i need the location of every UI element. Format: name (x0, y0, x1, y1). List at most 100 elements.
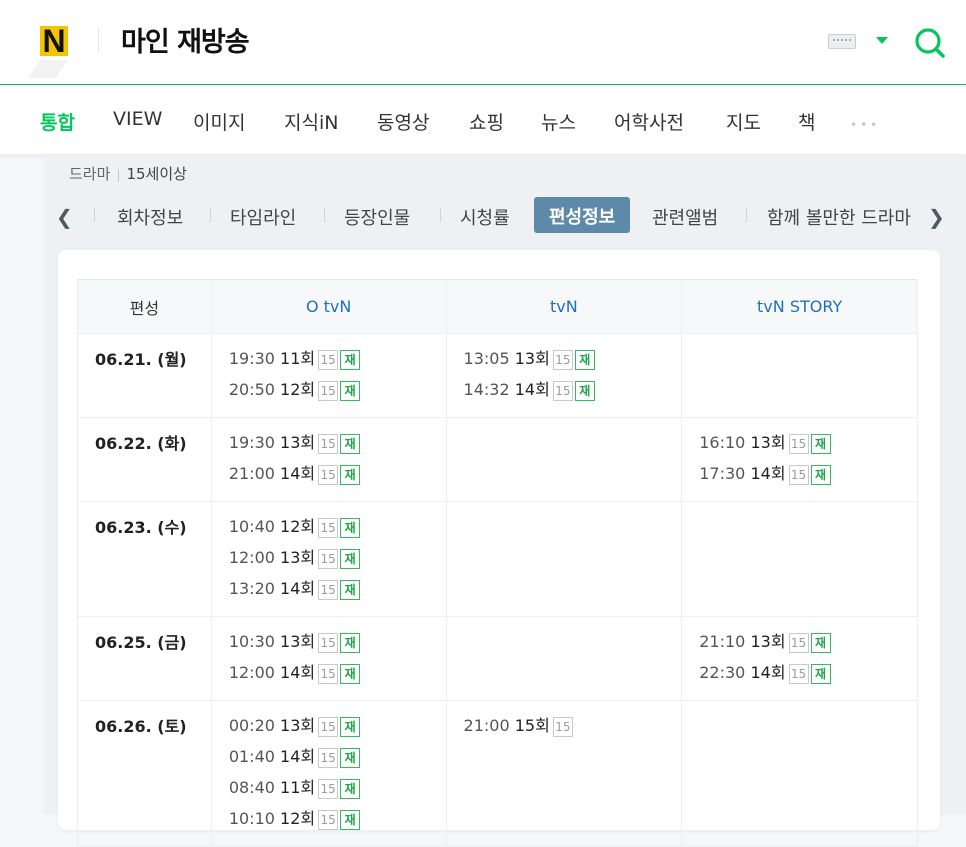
schedule-cell: 21:00 15회 15 (445, 700, 683, 847)
broadcast-slot: 08:40 11회 15 재 (229, 775, 446, 806)
tab-timeline[interactable]: 타임라인 (230, 204, 296, 230)
episode-number: 14회 (750, 663, 786, 682)
tab-episode-info[interactable]: 회차정보 (117, 204, 183, 230)
column-header[interactable]: O tvN (210, 279, 447, 334)
rerun-badge: 재 (810, 663, 831, 684)
nav-video[interactable]: 동영상 (377, 108, 429, 135)
age-15-badge: 15 (318, 548, 339, 569)
broadcast-slot: 00:20 13회 15 재 (229, 713, 446, 744)
naver-logo[interactable]: N (28, 20, 72, 80)
rerun-badge: 재 (340, 433, 361, 454)
schedule-table: 편성 O tvN tvN tvN STORY 06.21. (월) 19:30 1… (77, 279, 918, 847)
schedule-cell: 19:30 11회 15 재 20:50 12회 15 재 (210, 333, 447, 418)
schedule-cell (445, 501, 683, 617)
chevron-right-icon[interactable]: ❯ (928, 205, 945, 229)
episode-number: 12회 (280, 380, 316, 399)
broadcast-slot: 19:30 13회 15 재 (229, 430, 446, 461)
broadcast-slot: 10:30 13회 15 재 (229, 629, 446, 660)
broadcast-time: 17:30 (699, 464, 746, 483)
broadcast-time: 20:50 (228, 380, 275, 399)
broadcast-time: 10:10 (228, 809, 275, 828)
chevron-down-icon[interactable] (876, 37, 888, 44)
column-header[interactable]: tvN STORY (681, 279, 918, 334)
nav-map[interactable]: 지도 (726, 108, 761, 135)
episode-number: 13회 (514, 349, 550, 368)
nav-book[interactable]: 책 (798, 108, 815, 135)
rerun-badge: 재 (340, 464, 361, 485)
search-query[interactable]: 마인 재방송 (121, 20, 250, 59)
episode-number: 14회 (280, 464, 316, 483)
broadcast-slot: 19:30 11회 15 재 (229, 346, 446, 377)
nav-dictionary[interactable]: 어학사전 (614, 108, 684, 135)
nav-more-icon[interactable]: ••• (850, 118, 880, 132)
table-row: 06.22. (화) 19:30 13회 15 재 21:00 14회 15 재 16:10 … (77, 417, 918, 502)
search-header: N 마인 재방송 (0, 0, 966, 85)
age-15-badge: 15 (318, 464, 339, 485)
nav-kin[interactable]: 지식iN (284, 108, 338, 135)
column-header: 편성 (77, 279, 212, 334)
episode-number: 12회 (280, 809, 316, 828)
search-icon[interactable] (912, 24, 948, 60)
episode-number: 14회 (514, 380, 550, 399)
age-15-badge: 15 (788, 632, 809, 653)
schedule-date: 06.21. (월) (77, 333, 212, 418)
rerun-badge: 재 (340, 548, 361, 569)
broadcast-slot: 21:00 15회 15 (464, 713, 682, 744)
age-15-badge: 15 (318, 579, 339, 600)
age-15-badge: 15 (318, 716, 339, 737)
search-category-nav: 통합 VIEW 이미지 지식iN 동영상 쇼핑 뉴스 어학사전 지도 책 ••• (0, 86, 966, 154)
rerun-badge: 재 (810, 433, 831, 454)
broadcast-time: 13:05 (463, 349, 510, 368)
age-15-badge: 15 (318, 433, 339, 454)
column-header[interactable]: tvN (445, 279, 683, 334)
keyboard-icon[interactable] (828, 34, 856, 49)
episode-number: 14회 (750, 464, 786, 483)
age-15-badge: 15 (318, 632, 339, 653)
tab-schedule[interactable]: 편성정보 (534, 197, 631, 233)
schedule-cell (681, 501, 918, 617)
chevron-left-icon[interactable]: ❮ (56, 205, 73, 229)
rerun-badge: 재 (340, 380, 361, 401)
broadcast-time: 08:40 (228, 778, 275, 797)
nav-news[interactable]: 뉴스 (541, 108, 576, 135)
broadcast-slot: 14:32 14회 15 재 (464, 377, 682, 408)
episode-number: 14회 (280, 579, 316, 598)
nav-view[interactable]: VIEW (113, 108, 162, 130)
tab-recommended[interactable]: 함께 볼만한 드라마 (767, 204, 917, 230)
age-15-badge: 15 (788, 433, 809, 454)
header-divider (98, 28, 99, 52)
age-15-badge: 15 (318, 747, 339, 768)
schedule-cell: 19:30 13회 15 재 21:00 14회 15 재 (210, 417, 447, 502)
tab-characters[interactable]: 등장인물 (344, 204, 410, 230)
schedule-cell (681, 700, 918, 847)
nav-shopping[interactable]: 쇼핑 (469, 108, 504, 135)
episode-number: 15회 (514, 716, 550, 735)
broadcast-time: 10:40 (228, 517, 275, 536)
broadcast-time: 19:30 (228, 433, 275, 452)
rerun-badge: 재 (574, 349, 595, 370)
age-15-badge: 15 (318, 778, 339, 799)
broadcast-slot: 22:30 14회 15 재 (699, 660, 917, 691)
age-15-badge: 15 (318, 380, 339, 401)
tab-ratings[interactable]: 시청률 (460, 204, 510, 230)
rerun-badge: 재 (340, 778, 361, 799)
broadcast-time: 21:00 (228, 464, 275, 483)
age-15-badge: 15 (552, 349, 573, 370)
schedule-cell (445, 616, 683, 701)
rerun-badge: 재 (340, 517, 361, 538)
genre-label: 드라마 (69, 165, 111, 183)
broadcast-slot: 12:00 13회 15 재 (229, 545, 446, 576)
tab-albums[interactable]: 관련앨범 (652, 204, 718, 230)
broadcast-slot: 12:00 14회 15 재 (229, 660, 446, 691)
broadcast-slot: 13:05 13회 15 재 (464, 346, 682, 377)
broadcast-slot: 17:30 14회 15 재 (699, 461, 917, 492)
episode-number: 11회 (280, 349, 316, 368)
broadcast-time: 12:00 (228, 663, 275, 682)
rerun-badge: 재 (810, 464, 831, 485)
table-row: 06.26. (토) 00:20 13회 15 재 01:40 14회 15 재 08:40 … (77, 700, 918, 847)
schedule-cell: 21:10 13회 15 재 22:30 14회 15 재 (681, 616, 918, 701)
schedule-date: 06.22. (화) (77, 417, 212, 502)
rerun-badge: 재 (340, 663, 361, 684)
nav-images[interactable]: 이미지 (193, 108, 245, 135)
nav-all[interactable]: 통합 (40, 108, 75, 135)
